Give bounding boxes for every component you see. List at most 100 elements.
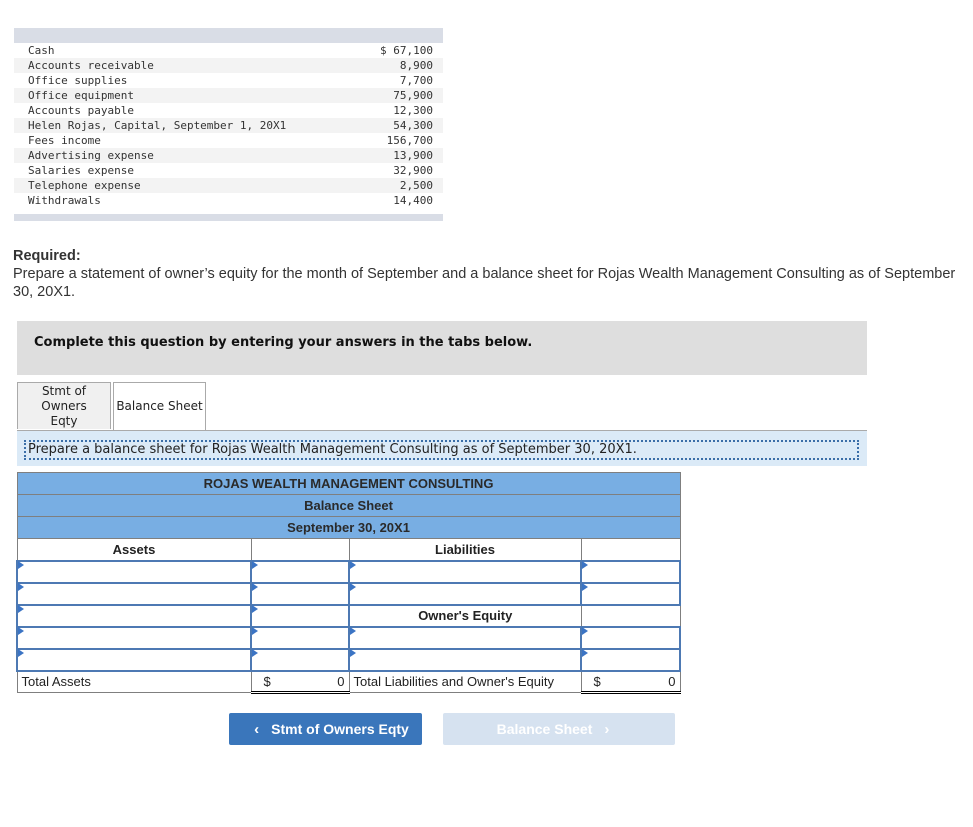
account-label: Fees income bbox=[28, 134, 101, 147]
required-text: Prepare a statement of owner’s equity fo… bbox=[13, 266, 956, 300]
equity-amount-input-1[interactable] bbox=[579, 625, 682, 650]
owners-equity-header: Owner's Equity bbox=[348, 604, 582, 627]
next-tab-button: Balance Sheet › bbox=[443, 713, 675, 745]
chevron-right-icon: › bbox=[604, 720, 610, 738]
required-label: Required: bbox=[13, 248, 81, 264]
account-row: Telephone expense 2,500 bbox=[14, 178, 443, 193]
account-label: Salaries expense bbox=[28, 164, 134, 177]
liabilities-header: Liabilities bbox=[348, 538, 582, 561]
asset-name-input-5[interactable] bbox=[16, 647, 252, 672]
assets-header: Assets bbox=[16, 538, 252, 561]
total-liab-equity-amount: $0 bbox=[580, 669, 681, 694]
account-label: Accounts payable bbox=[28, 104, 134, 117]
account-row: Advertising expense 13,900 bbox=[14, 148, 443, 163]
liability-amount-input-1[interactable] bbox=[579, 559, 682, 584]
balance-sheet-table: ROJAS WEALTH MANAGEMENT CONSULTING Balan… bbox=[16, 472, 682, 694]
asset-amount-input-2[interactable] bbox=[250, 581, 350, 606]
liability-amount-input-2[interactable] bbox=[579, 581, 682, 606]
total-assets-value: 0 bbox=[337, 673, 345, 689]
account-row: Salaries expense 32,900 bbox=[14, 163, 443, 178]
instruction-text: Complete this question by entering your … bbox=[34, 335, 533, 350]
equity-amount-field[interactable] bbox=[582, 627, 680, 648]
account-amount: 54,300 bbox=[393, 119, 433, 132]
account-row: Office supplies 7,700 bbox=[14, 73, 443, 88]
account-amount: 14,400 bbox=[393, 194, 433, 207]
asset-amount-field[interactable] bbox=[252, 561, 348, 582]
chevron-left-icon: ‹ bbox=[254, 720, 260, 738]
liability-name-field[interactable] bbox=[350, 561, 580, 582]
total-liab-equity-value: 0 bbox=[668, 673, 676, 689]
equity-amount-input-2[interactable] bbox=[579, 647, 682, 672]
prev-tab-label: Stmt of Owners Eqty bbox=[271, 721, 409, 737]
asset-amount-input-5[interactable] bbox=[250, 647, 350, 672]
equity-name-input-1[interactable] bbox=[348, 625, 582, 650]
prompt-text: Prepare a balance sheet for Rojas Wealth… bbox=[24, 440, 859, 460]
account-row: Accounts receivable 8,900 bbox=[14, 58, 443, 73]
asset-name-input-3[interactable] bbox=[16, 603, 252, 628]
currency-symbol: $ bbox=[593, 673, 601, 689]
account-label: Telephone expense bbox=[28, 179, 141, 192]
asset-name-input-1[interactable] bbox=[16, 559, 252, 584]
tab-balance-sheet[interactable]: Balance Sheet bbox=[113, 382, 206, 430]
account-amount: 2,500 bbox=[399, 179, 433, 192]
asset-name-field[interactable] bbox=[18, 627, 250, 648]
asset-amount-input-4[interactable] bbox=[250, 625, 350, 650]
asset-name-input-2[interactable] bbox=[16, 581, 252, 606]
tab-label: Stmt of Owners Eqty bbox=[41, 383, 87, 428]
account-row: Office equipment 75,900 bbox=[14, 88, 443, 103]
account-label: Office supplies bbox=[28, 74, 128, 87]
asset-name-field[interactable] bbox=[18, 649, 250, 670]
account-amount: $ 67,100 bbox=[380, 44, 433, 57]
liability-name-input-1[interactable] bbox=[348, 559, 582, 584]
account-amount: 13,900 bbox=[393, 149, 433, 162]
account-label: Cash bbox=[28, 44, 55, 57]
account-label: Accounts receivable bbox=[28, 59, 154, 72]
account-row: Accounts payable 12,300 bbox=[14, 103, 443, 118]
asset-amount-field[interactable] bbox=[252, 605, 348, 626]
account-amount: 8,900 bbox=[399, 59, 433, 72]
liability-amount-field[interactable] bbox=[582, 561, 680, 582]
statement-title: Balance Sheet bbox=[16, 494, 681, 517]
equity-name-field[interactable] bbox=[350, 627, 580, 648]
currency-symbol: $ bbox=[263, 673, 271, 689]
account-label: Advertising expense bbox=[28, 149, 154, 162]
total-assets-amount: $0 bbox=[250, 669, 350, 694]
liability-name-input-2[interactable] bbox=[348, 581, 582, 606]
statement-date: September 30, 20X1 bbox=[16, 516, 681, 539]
next-tab-label: Balance Sheet bbox=[496, 721, 593, 737]
equity-name-input-2[interactable] bbox=[348, 647, 582, 672]
account-label: Withdrawals bbox=[28, 194, 101, 207]
liability-name-field[interactable] bbox=[350, 583, 580, 604]
account-row: Withdrawals 14,400 bbox=[14, 193, 443, 208]
account-amount: 12,300 bbox=[393, 104, 433, 117]
liability-amount-field[interactable] bbox=[582, 583, 680, 604]
asset-amount-input-1[interactable] bbox=[250, 559, 350, 584]
asset-name-field[interactable] bbox=[18, 583, 250, 604]
account-amount: 75,900 bbox=[393, 89, 433, 102]
asset-amount-field[interactable] bbox=[252, 649, 348, 670]
table-top-bar bbox=[14, 28, 443, 43]
equity-amount-field[interactable] bbox=[582, 649, 680, 670]
tab-stmt-owners-eqty[interactable]: Stmt of Owners Eqty bbox=[17, 382, 111, 429]
account-row: Fees income 156,700 bbox=[14, 133, 443, 148]
asset-amount-field[interactable] bbox=[252, 583, 348, 604]
account-amount: 7,700 bbox=[399, 74, 433, 87]
owners-equity-amount-header bbox=[580, 604, 681, 627]
equity-name-field[interactable] bbox=[350, 649, 580, 670]
account-row: Helen Rojas, Capital, September 1, 20X1 5… bbox=[14, 118, 443, 133]
asset-name-field[interactable] bbox=[18, 605, 250, 626]
asset-name-field[interactable] bbox=[18, 561, 250, 582]
given-accounts-table: Cash $ 67,100 Accounts receivable 8,900 Offi… bbox=[14, 28, 443, 221]
total-assets-label: Total Assets bbox=[16, 670, 252, 693]
required-section: Required: Prepare a statement of owner’s… bbox=[13, 247, 968, 301]
prev-tab-button[interactable]: ‹ Stmt of Owners Eqty bbox=[229, 713, 422, 745]
liabilities-amount-header bbox=[580, 538, 681, 561]
prompt-bar: Prepare a balance sheet for Rojas Wealth… bbox=[17, 430, 867, 466]
total-liab-equity-label: Total Liabilities and Owner's Equity bbox=[348, 670, 582, 693]
instruction-box: Complete this question by entering your … bbox=[17, 321, 867, 375]
account-label: Helen Rojas, Capital, September 1, 20X1 bbox=[28, 119, 287, 132]
account-amount: 156,700 bbox=[386, 134, 433, 147]
asset-name-input-4[interactable] bbox=[16, 625, 252, 650]
asset-amount-input-3[interactable] bbox=[250, 603, 350, 628]
asset-amount-field[interactable] bbox=[252, 627, 348, 648]
